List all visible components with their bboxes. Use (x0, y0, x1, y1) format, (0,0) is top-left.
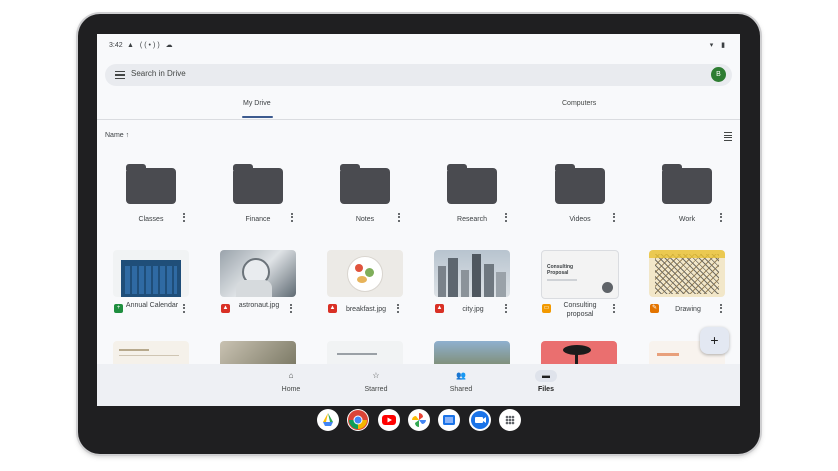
meet-icon[interactable] (469, 409, 491, 431)
list-view-icon[interactable] (724, 132, 732, 141)
nav-files[interactable]: ▬ Files (526, 370, 566, 393)
folder-label: Notes (355, 216, 375, 223)
folder-work-icon[interactable] (662, 164, 712, 204)
drive-icon[interactable] (317, 409, 339, 431)
more-options-icon[interactable] (505, 213, 508, 224)
folder-notes-icon[interactable] (340, 164, 390, 204)
more-options-icon[interactable] (183, 304, 186, 315)
search-input[interactable]: Search in Drive (131, 69, 186, 78)
file-thumbnail[interactable] (113, 250, 189, 297)
files-icon[interactable] (438, 409, 460, 431)
folder-finance-icon[interactable] (233, 164, 283, 204)
drive-app-screen: 3:42 ▲ ((•)) ☁ ▾ ▮ Search in Drive B My … (97, 34, 740, 406)
chrome-icon[interactable] (347, 409, 369, 431)
photos-icon[interactable] (408, 409, 430, 431)
folder-research-icon[interactable] (447, 164, 497, 204)
status-time: 3:42 (109, 42, 123, 49)
slides-icon: ▭ (542, 304, 551, 313)
more-options-icon[interactable] (505, 304, 508, 315)
nav-starred[interactable]: ☆ Starred (356, 370, 396, 393)
search-bar[interactable]: Search in Drive B (105, 64, 732, 86)
file-label: Drawing (675, 306, 701, 313)
folder-label: Classes (138, 216, 164, 223)
tab-computers[interactable]: Computers (562, 100, 596, 107)
youtube-icon[interactable] (378, 409, 400, 431)
shared-people-icon: 👥 (456, 371, 466, 380)
nav-label: Starred (364, 386, 388, 393)
nav-label: Home (281, 386, 301, 393)
nav-label: Shared (449, 386, 473, 393)
folder-label: Work (678, 216, 696, 223)
app-launcher-icon[interactable] (499, 409, 521, 431)
more-options-icon[interactable] (613, 213, 616, 224)
file-thumbnail[interactable]: Consulting Proposal (541, 250, 619, 299)
file-label: Annual Calendar (125, 302, 179, 309)
status-bar: 3:42 ▲ ((•)) ☁ ▾ ▮ (97, 34, 740, 56)
more-options-icon[interactable] (290, 304, 293, 315)
active-tab-indicator (242, 116, 273, 118)
folder-label: Research (457, 216, 487, 223)
menu-icon[interactable] (115, 71, 125, 80)
new-item-button[interactable]: + (700, 327, 729, 354)
more-options-icon[interactable] (183, 213, 186, 224)
folder-videos-icon[interactable] (555, 164, 605, 204)
status-notification-icons: ▲ ((•)) ☁ (127, 42, 175, 49)
more-options-icon[interactable] (720, 213, 723, 224)
folder-label: Videos (569, 216, 591, 223)
sort-by-name-button[interactable]: Name ↑ (105, 132, 129, 139)
bottom-navigation: ⌂ Home ☆ Starred 👥 Shared ▬ Files (97, 364, 740, 406)
more-options-icon[interactable] (291, 213, 294, 224)
nav-home[interactable]: ⌂ Home (271, 370, 311, 393)
more-options-icon[interactable] (720, 304, 723, 315)
nav-label: Files (538, 386, 554, 393)
more-options-icon[interactable] (398, 213, 401, 224)
file-label: breakfast.jpg (345, 306, 387, 313)
folder-icon: ▬ (535, 370, 557, 382)
drawing-icon: ✎ (650, 304, 659, 313)
sheets-icon: + (114, 304, 123, 313)
nav-shared[interactable]: 👥 Shared (441, 370, 481, 393)
file-thumbnail[interactable] (327, 250, 403, 297)
tab-my-drive[interactable]: My Drive (243, 100, 271, 107)
more-options-icon[interactable] (397, 304, 400, 315)
image-icon: ▲ (328, 304, 337, 313)
image-icon: ▲ (435, 304, 444, 313)
tabs-divider (97, 119, 740, 120)
file-label: Consulting proposal (563, 302, 597, 318)
thumbnail-title: Consulting Proposal (547, 264, 574, 276)
file-thumbnail[interactable] (434, 250, 510, 297)
file-label: city.jpg (462, 306, 484, 313)
file-label: astronaut.jpg (238, 302, 280, 309)
image-icon: ▲ (221, 304, 230, 313)
status-system-icons: ▾ ▮ (709, 42, 728, 49)
file-thumbnail[interactable] (220, 250, 296, 297)
file-thumbnail[interactable] (649, 250, 725, 297)
folder-label: Finance (245, 216, 271, 223)
home-icon: ⌂ (288, 371, 294, 380)
folder-classes-icon[interactable] (126, 164, 176, 204)
more-options-icon[interactable] (613, 304, 616, 315)
star-icon: ☆ (372, 371, 380, 380)
avatar[interactable]: B (711, 67, 726, 82)
